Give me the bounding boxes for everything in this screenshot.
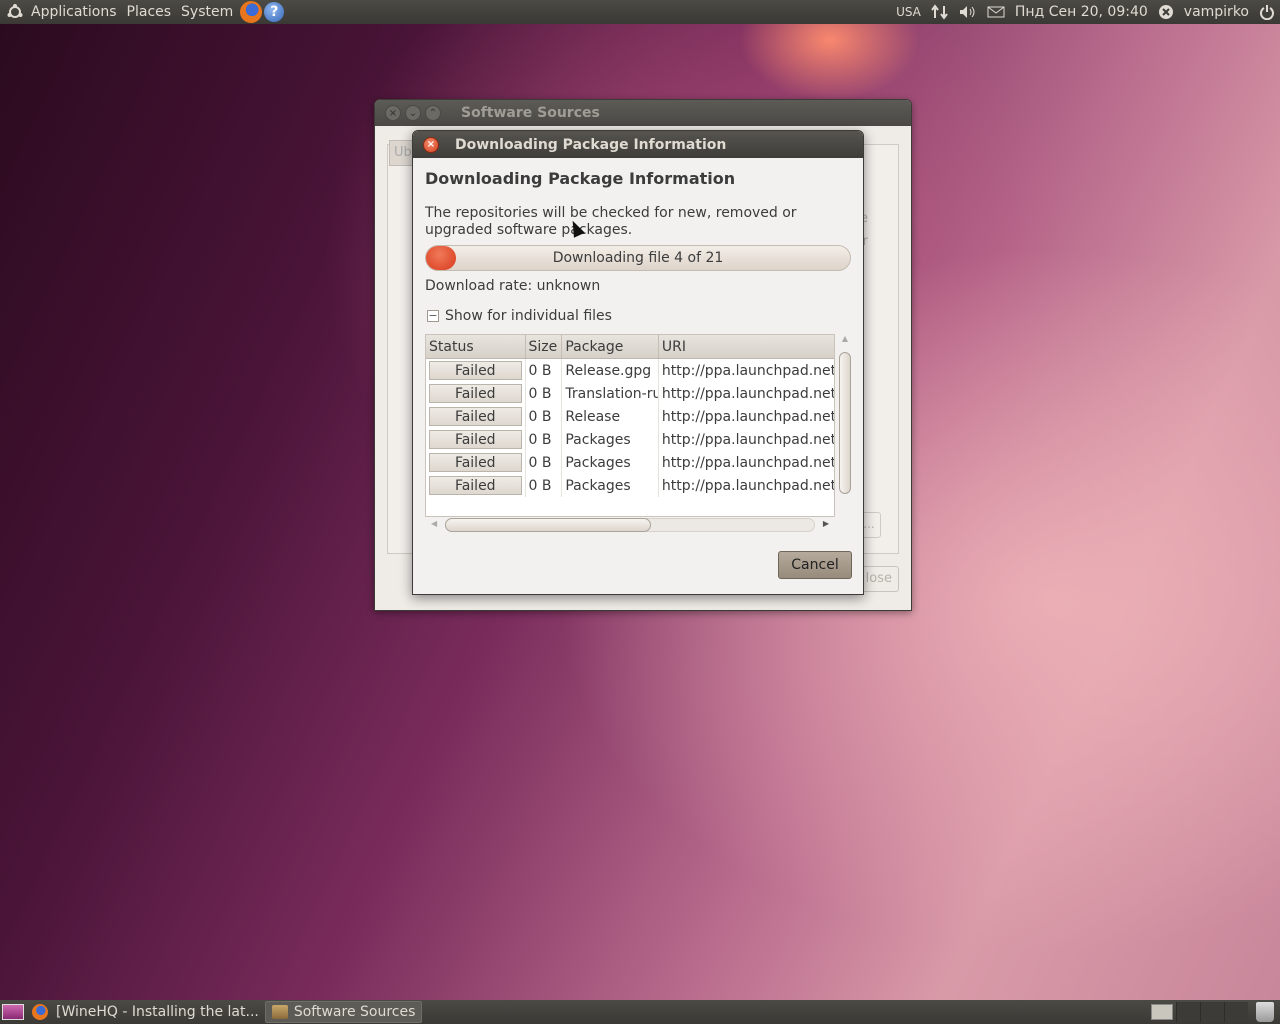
uri-cell: http://ppa.launchpad.net lu: [661, 454, 834, 471]
table-row[interactable]: Failed 0 B Packages http://ppa.launchpad…: [426, 451, 834, 474]
vertical-scrollbar[interactable]: ▲: [837, 334, 853, 517]
package-cell: Release.gpg: [562, 359, 659, 382]
menu-applications[interactable]: Applications: [26, 0, 122, 24]
size-cell: 0 B: [526, 474, 563, 497]
dialog-titlebar: × Downloading Package Information: [413, 131, 863, 158]
progress-bar: Downloading file 4 of 21: [425, 245, 851, 271]
workspace-3[interactable]: [1200, 1002, 1224, 1022]
table-header: Status Size Package URI: [426, 335, 834, 359]
column-header-package[interactable]: Package: [562, 335, 659, 358]
minimize-icon[interactable]: ⌄: [405, 105, 421, 121]
software-sources-icon: [271, 1005, 288, 1019]
progress-fill: [426, 246, 456, 270]
status-badge: Failed: [429, 476, 522, 495]
downloading-dialog: × Downloading Package Information Downlo…: [412, 130, 864, 595]
user-name[interactable]: vampirko: [1179, 0, 1254, 24]
taskbar-item-firefox[interactable]: [WineHQ - Installing the lat...: [24, 1001, 265, 1023]
status-badge: Failed: [429, 430, 522, 449]
column-header-status[interactable]: Status: [426, 335, 526, 358]
uri-cell: http://ppa.launchpad.net lu: [661, 408, 834, 425]
bottom-panel: [WineHQ - Installing the lat... Software…: [0, 1000, 1280, 1024]
dialog-title: Downloading Package Information: [455, 136, 727, 153]
scroll-right-icon[interactable]: ▶: [823, 519, 829, 528]
top-panel: Applications Places System ? USA Пнд Сен…: [0, 0, 1280, 24]
help-icon[interactable]: ?: [264, 2, 285, 22]
status-badge: Failed: [429, 453, 522, 472]
horizontal-scrollbar[interactable]: ◀ ▶: [429, 517, 833, 533]
window-title: Software Sources: [461, 105, 600, 121]
dialog-heading: Downloading Package Information: [425, 169, 736, 188]
collapse-icon[interactable]: −: [427, 310, 439, 322]
package-cell: Packages: [562, 474, 659, 497]
keyboard-layout[interactable]: USA: [891, 0, 926, 24]
uri-cell: http://ppa.launchpad.net lu: [661, 431, 834, 448]
workspace-2[interactable]: [1176, 1002, 1200, 1022]
individual-files-expander[interactable]: − Show for individual files: [427, 308, 612, 324]
column-header-size[interactable]: Size: [526, 335, 563, 358]
scroll-up-icon[interactable]: ▲: [837, 334, 853, 348]
taskbar-item-label: Software Sources: [293, 1004, 416, 1020]
workspace-1[interactable]: [1151, 1004, 1173, 1020]
dialog-description: The repositories will be checked for new…: [425, 205, 797, 238]
menu-system[interactable]: System: [176, 0, 238, 24]
size-cell: 0 B: [526, 428, 563, 451]
status-badge: Failed: [429, 384, 522, 403]
uri-cell: http://ppa.launchpad.net/u: [661, 385, 834, 402]
mail-icon[interactable]: [982, 0, 1010, 24]
horizontal-scroll-thumb[interactable]: [445, 518, 651, 532]
ubuntu-logo-icon[interactable]: [4, 1, 26, 23]
progress-text: Downloading file 4 of 21: [552, 250, 724, 266]
menu-places[interactable]: Places: [122, 0, 177, 24]
package-cell: Packages: [562, 428, 659, 451]
scroll-left-icon[interactable]: ◀: [431, 519, 437, 528]
taskbar-item-label: [WineHQ - Installing the lat...: [56, 1004, 259, 1020]
package-cell: Translation-ru: [562, 382, 659, 405]
download-rate: Download rate: unknown: [425, 278, 601, 294]
status-badge: Failed: [429, 361, 522, 380]
files-table[interactable]: Status Size Package URI Failed 0 B Relea…: [425, 334, 835, 517]
uri-cell: http://ppa.launchpad.net lu: [661, 477, 834, 494]
network-icon[interactable]: [926, 0, 954, 24]
firefox-icon[interactable]: [240, 1, 263, 23]
size-cell: 0 B: [526, 359, 563, 382]
maximize-icon[interactable]: ⌃: [425, 105, 441, 121]
table-row[interactable]: Failed 0 B Release.gpg http://ppa.launch…: [426, 359, 834, 382]
column-header-uri[interactable]: URI: [659, 335, 834, 358]
vertical-scroll-thumb[interactable]: [839, 352, 851, 494]
cancel-button[interactable]: Cancel: [778, 551, 852, 579]
close-icon[interactable]: ×: [423, 136, 439, 153]
taskbar-item-software-sources[interactable]: Software Sources: [264, 1001, 423, 1023]
software-sources-titlebar: × ⌄ ⌃ Software Sources: [375, 100, 911, 126]
package-cell: Release: [562, 405, 659, 428]
user-status-icon[interactable]: [1153, 0, 1179, 24]
table-row[interactable]: Failed 0 B Release http://ppa.launchpad.…: [426, 405, 834, 428]
status-badge: Failed: [429, 407, 522, 426]
volume-icon[interactable]: [954, 0, 982, 24]
uri-cell: http://ppa.launchpad.net lu: [661, 362, 834, 379]
table-row[interactable]: Failed 0 B Translation-ru http://ppa.lau…: [426, 382, 834, 405]
table-row[interactable]: Failed 0 B Packages http://ppa.launchpad…: [426, 474, 834, 497]
power-icon[interactable]: [1254, 0, 1280, 24]
close-icon[interactable]: ×: [385, 105, 401, 121]
expander-label[interactable]: Show for individual files: [445, 308, 612, 324]
table-row[interactable]: Failed 0 B Packages http://ppa.launchpad…: [426, 428, 834, 451]
size-cell: 0 B: [526, 405, 563, 428]
size-cell: 0 B: [526, 382, 563, 405]
show-desktop-icon[interactable]: [2, 1004, 24, 1020]
size-cell: 0 B: [526, 451, 563, 474]
clock[interactable]: Пнд Сен 20, 09:40: [1010, 0, 1153, 24]
package-cell: Packages: [562, 451, 659, 474]
trash-icon[interactable]: [1256, 1002, 1274, 1022]
firefox-icon: [32, 1004, 48, 1020]
workspace-4[interactable]: [1224, 1002, 1248, 1022]
